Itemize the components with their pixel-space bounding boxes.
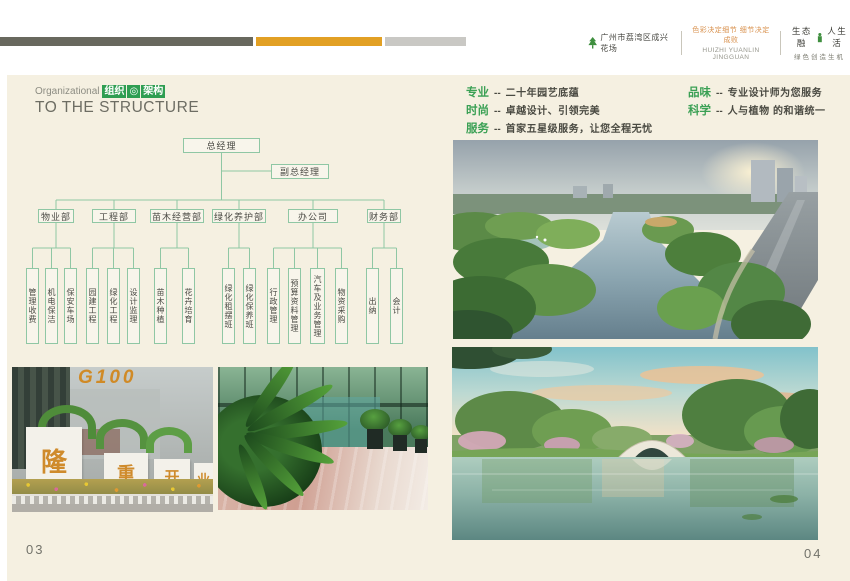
title-badge-dot: ◎ xyxy=(127,85,140,98)
eco-left-text: 生态融 xyxy=(789,25,815,49)
org-box-unit: 出纳 xyxy=(366,268,379,344)
section-title-row: Organizational 组织 ◎ 架构 xyxy=(35,85,165,98)
feature-row: 服务 -- 首家五星级服务，让您全程无忧 xyxy=(466,120,653,136)
eco-right-text: 人生活 xyxy=(824,25,850,49)
planter-box xyxy=(393,435,407,451)
company-block: 广州市荔湾区成兴花场 xyxy=(588,32,673,54)
title-badge-cn-b: 架构 xyxy=(141,85,165,98)
org-box-unit: 预算资料管理 xyxy=(288,268,301,344)
eco-sub-text: 绿色创造生机 xyxy=(789,51,850,61)
photo-river-park xyxy=(453,140,818,339)
org-box-root: 总经理 xyxy=(183,138,260,153)
feature-row: 品味 -- 专业设计师为您服务 xyxy=(688,84,822,100)
feature-desc: 人与植物 的和谐统一 xyxy=(728,102,826,117)
org-box-unit: 保安车场 xyxy=(64,268,77,344)
org-box-deputy: 副总经理 xyxy=(271,164,329,179)
photo-grand-opening: G100 隆 重 开 业 xyxy=(12,367,213,512)
potted-plant xyxy=(411,425,428,440)
title-badge-cn-a: 组织 xyxy=(102,85,126,98)
page-number-left: 03 xyxy=(26,542,44,557)
potted-plant xyxy=(360,409,390,431)
org-box-unit: 物资采购 xyxy=(335,268,348,344)
org-box-dept: 财务部 xyxy=(367,209,401,223)
feature-key: 专业 xyxy=(466,84,489,100)
tree-icon xyxy=(588,36,597,50)
photo-lake-bridge xyxy=(452,347,818,540)
planter-box xyxy=(415,439,427,453)
feature-desc: 卓越设计、引领完美 xyxy=(506,102,601,117)
slogan-block: 色彩决定细节 细节决定成败 HUIZHI YUANLIN JINGGUAN xyxy=(690,25,772,61)
org-box-dept: 绿化养护部 xyxy=(212,209,266,223)
pavement xyxy=(12,504,213,512)
header-divider xyxy=(681,31,682,55)
org-box-dept: 工程部 xyxy=(92,209,136,223)
eco-block: 生态融 人生活 绿色创造生机 xyxy=(789,25,850,61)
org-box-unit: 行政管理 xyxy=(267,268,280,344)
org-box-unit: 会计 xyxy=(390,268,403,344)
org-box-unit: 汽车及业务管理 xyxy=(310,268,325,344)
planter-box xyxy=(367,429,383,449)
org-box-dept: 苗木经营部 xyxy=(150,209,204,223)
org-box-dept: 物业部 xyxy=(38,209,74,223)
header-brand-area: 广州市荔湾区成兴花场 色彩决定细节 细节决定成败 HUIZHI YUANLIN … xyxy=(588,28,850,58)
g100-sign-text: G100 xyxy=(78,367,136,389)
feature-row: 时尚 -- 卓越设计、引领完美 xyxy=(466,102,600,118)
title-eyebrow: Organizational xyxy=(35,86,99,97)
photo-interior-walkway xyxy=(218,367,428,510)
feature-row: 专业 -- 二十年园艺底蕴 xyxy=(466,84,579,100)
header-divider xyxy=(780,31,781,55)
feature-desc: 专业设计师为您服务 xyxy=(728,84,823,99)
feature-desc: 二十年园艺底蕴 xyxy=(506,84,580,99)
page-title: TO THE STRUCTURE xyxy=(35,99,199,117)
feature-key: 时尚 xyxy=(466,102,489,118)
org-box-unit: 苗木种植 xyxy=(154,268,167,344)
org-box-unit: 园建工程 xyxy=(86,268,99,344)
org-box-unit: 管理收费 xyxy=(26,268,39,344)
header-bar-orange xyxy=(256,37,382,46)
feature-key: 服务 xyxy=(466,120,489,136)
company-name: 广州市荔湾区成兴花场 xyxy=(600,32,673,54)
org-box-unit: 机电保洁 xyxy=(45,268,58,344)
org-box-dept: 办公司 xyxy=(288,209,338,223)
org-box-unit: 花卉培育 xyxy=(182,268,195,344)
slogan-cn: 色彩决定细节 细节决定成败 xyxy=(690,25,772,45)
page-number-right: 04 xyxy=(804,546,822,561)
feature-key: 品味 xyxy=(688,84,711,100)
eco-figure-icon xyxy=(816,32,824,43)
header-bar-gray xyxy=(385,37,466,46)
org-box-unit: 绿化工程 xyxy=(107,268,120,344)
header-bar-dark xyxy=(0,37,253,46)
feature-desc: 首家五星级服务，让您全程无忧 xyxy=(506,120,653,135)
feature-key: 科学 xyxy=(688,102,711,118)
org-box-unit: 绿化租摆班 xyxy=(222,268,235,344)
org-box-unit: 设计监理 xyxy=(127,268,140,344)
slogan-en: HUIZHI YUANLIN JINGGUAN xyxy=(690,47,772,61)
feature-row: 科学 -- 人与植物 的和谐统一 xyxy=(688,102,825,118)
org-box-unit: 绿化保养班 xyxy=(243,268,256,344)
